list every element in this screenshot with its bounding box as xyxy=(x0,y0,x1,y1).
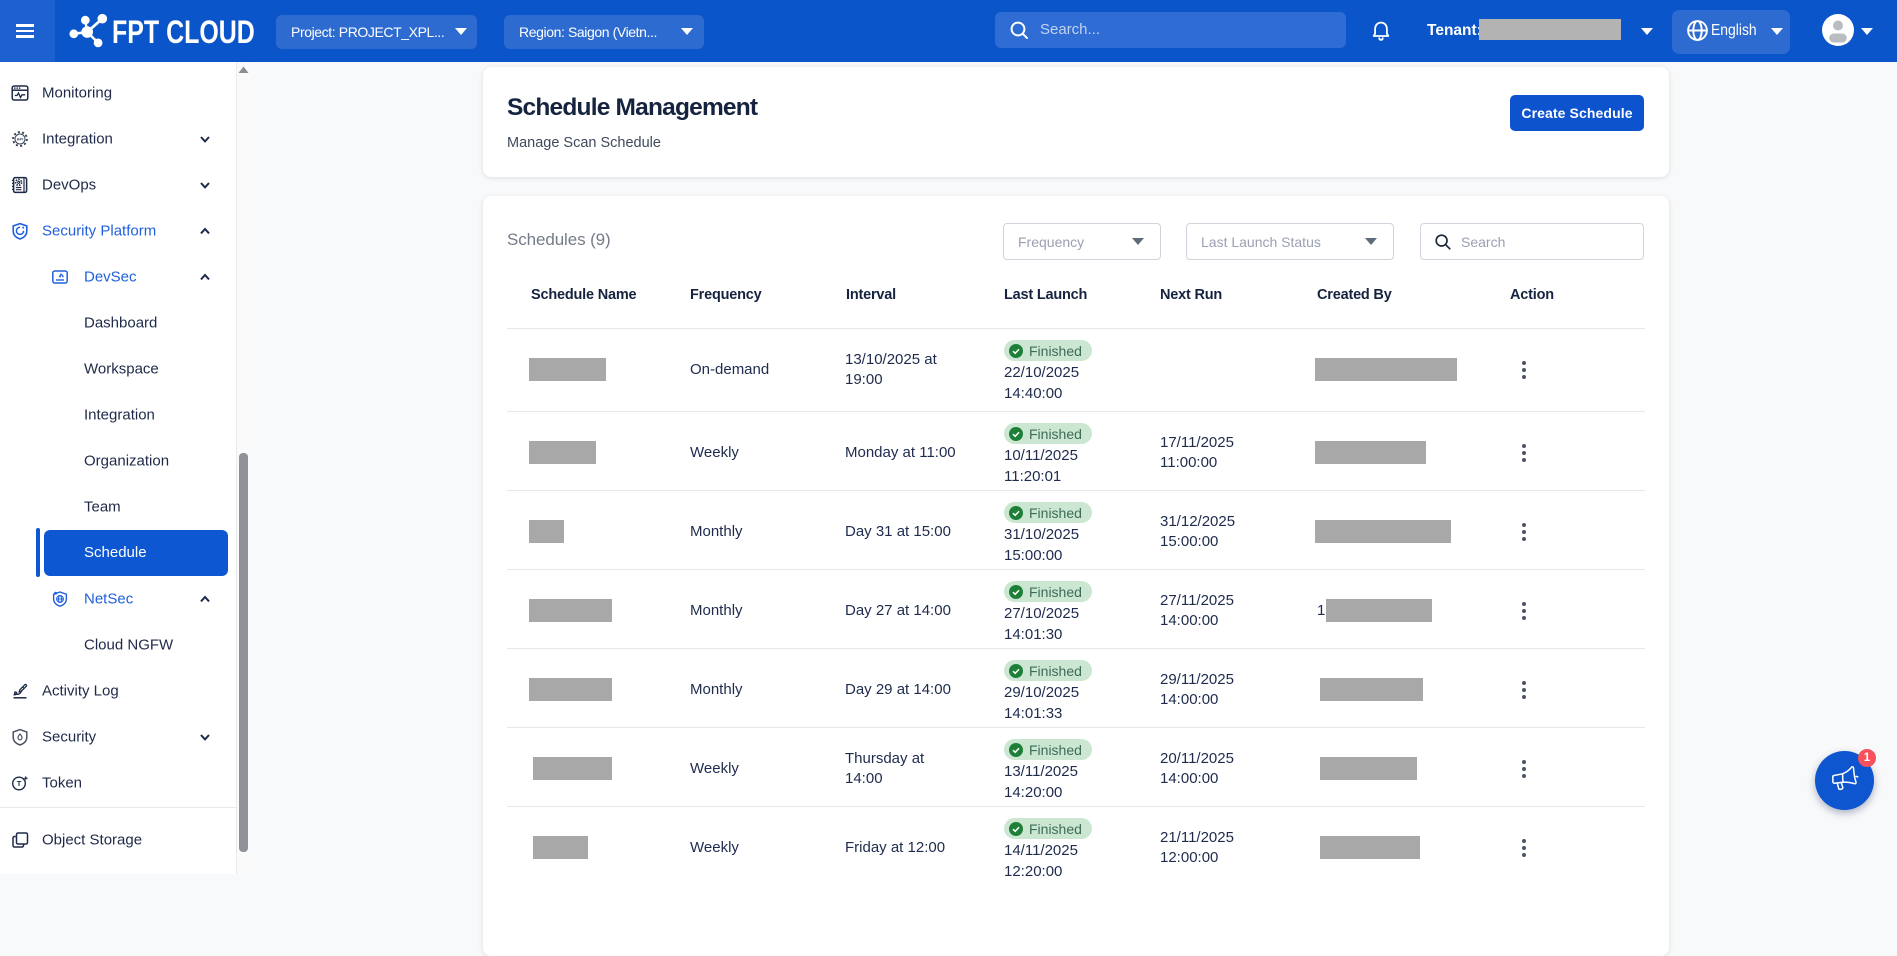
svg-text:API: API xyxy=(17,137,24,142)
svg-text:T: T xyxy=(17,779,22,788)
